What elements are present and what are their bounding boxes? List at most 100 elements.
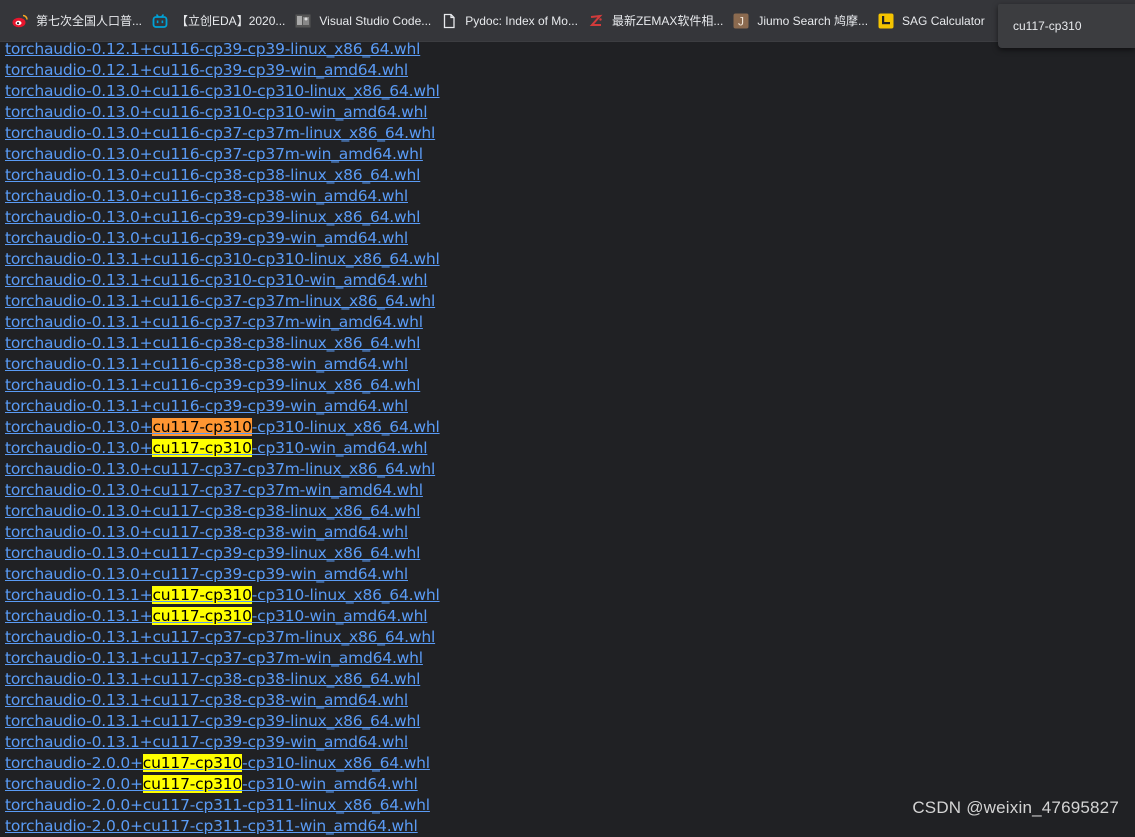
file-link[interactable]: torchaudio-0.13.0+cu117-cp37-cp37m-linux… xyxy=(5,460,435,478)
file-link[interactable]: torchaudio-0.13.0+cu116-cp39-cp39-win_am… xyxy=(5,229,408,247)
watermark: CSDN @weixin_47695827 xyxy=(912,798,1119,817)
file-link[interactable]: torchaudio-0.13.1+cu117-cp38-cp38-win_am… xyxy=(5,691,408,709)
list-item: torchaudio-0.13.0+cu116-cp38-cp38-linux_… xyxy=(5,165,440,186)
file-link[interactable]: torchaudio-0.13.0+cu117-cp39-cp39-linux_… xyxy=(5,544,420,562)
file-link[interactable]: torchaudio-0.13.0+cu116-cp310-cp310-win_… xyxy=(5,103,428,121)
list-item: torchaudio-2.0.0+cu117-cp310-cp310-win_a… xyxy=(5,774,440,795)
file-link[interactable]: torchaudio-0.13.0+cu116-cp38-cp38-linux_… xyxy=(5,166,420,184)
bookmark-label: 【立创EDA】2020... xyxy=(176,14,286,28)
list-item: torchaudio-0.13.1+cu117-cp310-cp310-linu… xyxy=(5,585,440,606)
bookmark-label: Visual Studio Code... xyxy=(319,13,432,28)
file-link[interactable]: torchaudio-0.13.0+cu116-cp37-cp37m-linux… xyxy=(5,124,435,142)
bookmark-item[interactable]: 【立创EDA】2020... xyxy=(150,7,291,35)
list-item: torchaudio-0.13.1+cu116-cp37-cp37m-linux… xyxy=(5,291,440,312)
list-item: torchaudio-0.13.1+cu116-cp38-cp38-linux_… xyxy=(5,333,440,354)
file-link[interactable]: torchaudio-0.13.1+cu117-cp37-cp37m-linux… xyxy=(5,628,435,646)
list-item: torchaudio-2.0.0+cu117-cp310-cp310-linux… xyxy=(5,753,440,774)
file-link-list: torchaudio-0.12.1+cu116-cp39-cp39-linux_… xyxy=(5,39,440,837)
bookmark-label: Pydoc: Index of Mo... xyxy=(465,13,578,28)
list-item: torchaudio-0.13.0+cu117-cp39-cp39-linux_… xyxy=(5,543,440,564)
find-match-highlight: cu117-cp310 xyxy=(152,418,252,436)
list-item: torchaudio-0.13.1+cu116-cp39-cp39-linux_… xyxy=(5,375,440,396)
list-item: torchaudio-2.0.0+cu117-cp311-cp311-linux… xyxy=(5,795,440,816)
zemax-icon xyxy=(588,13,604,29)
list-item: torchaudio-0.13.1+cu117-cp310-cp310-win_… xyxy=(5,606,440,627)
file-link[interactable]: torchaudio-0.13.0+cu116-cp37-cp37m-win_a… xyxy=(5,145,423,163)
bookmark-label: Jiumo Search 鸠摩... xyxy=(757,14,869,28)
file-link[interactable]: torchaudio-0.13.1+cu116-cp37-cp37m-linux… xyxy=(5,292,435,310)
find-match-highlight: cu117-cp310 xyxy=(142,775,243,793)
list-item: torchaudio-0.13.0+cu116-cp37-cp37m-win_a… xyxy=(5,144,440,165)
list-item: torchaudio-0.13.1+cu117-cp39-cp39-win_am… xyxy=(5,732,440,753)
bookmark-item[interactable]: 最新ZEMAX软件相... xyxy=(586,7,729,35)
list-item: torchaudio-0.13.1+cu117-cp37-cp37m-linux… xyxy=(5,627,440,648)
find-match-highlight: cu117-cp310 xyxy=(142,754,243,772)
bookmark-item[interactable]: J Jiumo Search 鸠摩... xyxy=(731,7,874,35)
file-link[interactable]: torchaudio-0.13.1+cu117-cp39-cp39-win_am… xyxy=(5,733,408,751)
file-link[interactable]: torchaudio-0.12.1+cu116-cp39-cp39-linux_… xyxy=(5,40,420,58)
list-item: torchaudio-0.13.0+cu117-cp310-cp310-win_… xyxy=(5,438,440,459)
file-link[interactable]: torchaudio-0.13.0+cu116-cp39-cp39-linux_… xyxy=(5,208,420,226)
file-link[interactable]: torchaudio-0.13.0+cu116-cp38-cp38-win_am… xyxy=(5,187,408,205)
list-item: torchaudio-0.13.1+cu116-cp38-cp38-win_am… xyxy=(5,354,440,375)
find-match-highlight: cu117-cp310 xyxy=(152,586,252,604)
list-item: torchaudio-0.13.0+cu116-cp37-cp37m-linux… xyxy=(5,123,440,144)
list-item: torchaudio-0.13.0+cu116-cp310-cp310-linu… xyxy=(5,81,440,102)
file-link[interactable]: torchaudio-2.0.0+cu117-cp311-cp311-linux… xyxy=(5,796,430,814)
file-link[interactable]: torchaudio-0.12.1+cu116-cp39-cp39-win_am… xyxy=(5,61,408,79)
letter-j-icon: J xyxy=(733,13,749,29)
file-link[interactable]: torchaudio-0.13.1+cu117-cp38-cp38-linux_… xyxy=(5,670,420,688)
file-link[interactable]: torchaudio-0.13.0+cu117-cp38-cp38-linux_… xyxy=(5,502,420,520)
file-link[interactable]: torchaudio-0.13.0+cu117-cp310-cp310-linu… xyxy=(5,418,440,436)
bookmark-item[interactable]: Visual Studio Code... xyxy=(293,7,437,35)
list-item: torchaudio-0.13.1+cu117-cp37-cp37m-win_a… xyxy=(5,648,440,669)
bookmark-item[interactable]: 第七次全国人口普... xyxy=(10,7,148,35)
list-item: torchaudio-0.13.1+cu117-cp39-cp39-linux_… xyxy=(5,711,440,732)
file-link[interactable]: torchaudio-0.13.0+cu116-cp310-cp310-linu… xyxy=(5,82,440,100)
list-item: torchaudio-0.13.1+cu116-cp39-cp39-win_am… xyxy=(5,396,440,417)
bookmark-label: SAG Calculator xyxy=(902,13,985,28)
file-link[interactable]: torchaudio-0.13.1+cu116-cp310-cp310-linu… xyxy=(5,250,440,268)
svg-text:J: J xyxy=(738,14,744,28)
document-icon xyxy=(441,13,457,29)
bookmark-item[interactable]: SAG Calculator xyxy=(876,7,991,35)
list-item: torchaudio-0.13.1+cu117-cp38-cp38-linux_… xyxy=(5,669,440,690)
file-link[interactable]: torchaudio-0.13.1+cu116-cp37-cp37m-win_a… xyxy=(5,313,423,331)
file-link[interactable]: torchaudio-0.13.1+cu117-cp310-cp310-win_… xyxy=(5,607,428,625)
bilibili-icon xyxy=(152,13,168,29)
bookmark-item[interactable]: Pydoc: Index of Mo... xyxy=(439,7,584,35)
file-link[interactable]: torchaudio-0.13.1+cu116-cp310-cp310-win_… xyxy=(5,271,428,289)
file-link[interactable]: torchaudio-0.13.1+cu116-cp38-cp38-win_am… xyxy=(5,355,408,373)
find-input[interactable] xyxy=(1013,19,1131,33)
list-item: torchaudio-0.13.1+cu116-cp310-cp310-linu… xyxy=(5,249,440,270)
find-bar xyxy=(998,4,1135,48)
file-link[interactable]: torchaudio-0.13.0+cu117-cp39-cp39-win_am… xyxy=(5,565,408,583)
file-link[interactable]: torchaudio-0.13.1+cu117-cp39-cp39-linux_… xyxy=(5,712,420,730)
list-item: torchaudio-0.13.1+cu117-cp38-cp38-win_am… xyxy=(5,690,440,711)
list-item: torchaudio-0.13.0+cu117-cp37-cp37m-win_a… xyxy=(5,480,440,501)
file-link[interactable]: torchaudio-0.13.0+cu117-cp38-cp38-win_am… xyxy=(5,523,408,541)
list-item: torchaudio-0.12.1+cu116-cp39-cp39-linux_… xyxy=(5,39,440,60)
list-item: torchaudio-0.13.0+cu117-cp37-cp37m-linux… xyxy=(5,459,440,480)
file-link[interactable]: torchaudio-0.13.1+cu116-cp39-cp39-win_am… xyxy=(5,397,408,415)
file-link[interactable]: torchaudio-0.13.0+cu117-cp37-cp37m-win_a… xyxy=(5,481,423,499)
find-match-highlight: cu117-cp310 xyxy=(152,607,252,625)
file-link[interactable]: torchaudio-0.13.1+cu116-cp38-cp38-linux_… xyxy=(5,334,420,352)
file-link[interactable]: torchaudio-0.13.1+cu117-cp37-cp37m-win_a… xyxy=(5,649,423,667)
image-thumbnail-icon xyxy=(295,13,311,29)
list-item: torchaudio-0.12.1+cu116-cp39-cp39-win_am… xyxy=(5,60,440,81)
bookmarks-bar: 第七次全国人口普... 【立创EDA】2020... Visual Studio C… xyxy=(0,0,1135,42)
weibo-icon xyxy=(12,13,28,29)
list-item: torchaudio-0.13.1+cu116-cp310-cp310-win_… xyxy=(5,270,440,291)
list-item: torchaudio-0.13.0+cu116-cp38-cp38-win_am… xyxy=(5,186,440,207)
file-link[interactable]: torchaudio-0.13.1+cu116-cp39-cp39-linux_… xyxy=(5,376,420,394)
bookmark-label: 第七次全国人口普... xyxy=(36,14,143,28)
file-link[interactable]: torchaudio-2.0.0+cu117-cp310-cp310-linux… xyxy=(5,754,430,772)
file-link[interactable]: torchaudio-0.13.0+cu117-cp310-cp310-win_… xyxy=(5,439,428,457)
file-link[interactable]: torchaudio-0.13.1+cu117-cp310-cp310-linu… xyxy=(5,586,440,604)
calculator-icon xyxy=(878,13,894,29)
list-item: torchaudio-0.13.0+cu116-cp39-cp39-linux_… xyxy=(5,207,440,228)
list-item: torchaudio-0.13.0+cu117-cp39-cp39-win_am… xyxy=(5,564,440,585)
file-link[interactable]: torchaudio-2.0.0+cu117-cp310-cp310-win_a… xyxy=(5,775,418,793)
file-link[interactable]: torchaudio-2.0.0+cu117-cp311-cp311-win_a… xyxy=(5,817,418,835)
